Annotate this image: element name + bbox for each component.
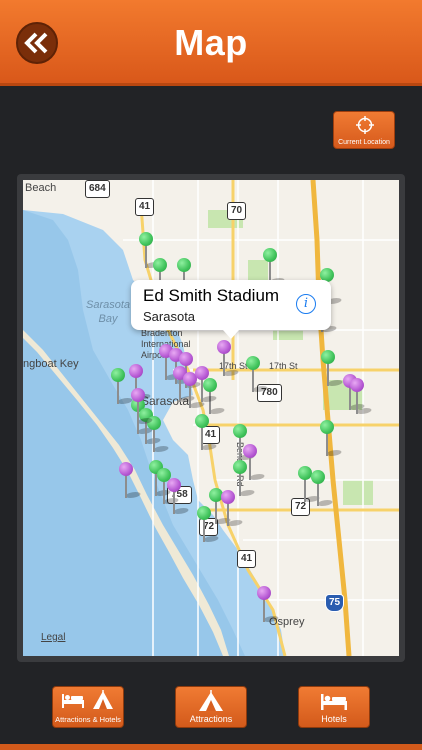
- hotel-pin[interactable]: [119, 462, 143, 500]
- route-684-shield: 684: [85, 180, 110, 198]
- info-icon[interactable]: i: [296, 294, 316, 314]
- hotel-pin[interactable]: [131, 388, 155, 426]
- map-view[interactable]: Beach Sarasota Bay ngboat Key Bradenton …: [23, 180, 399, 656]
- hotel-pin[interactable]: [217, 340, 241, 378]
- callout-subtitle: Sarasota: [143, 309, 196, 324]
- label-17th-st-b: 17th St: [269, 361, 298, 371]
- callout-title: Ed Smith Stadium: [143, 286, 280, 305]
- hotel-pin[interactable]: [167, 478, 191, 516]
- attraction-pin[interactable]: [246, 356, 270, 394]
- tab-hotels-label: Hotels: [321, 714, 347, 724]
- route-41-shield-3: 41: [237, 550, 257, 568]
- route-41-shield: 41: [135, 198, 155, 216]
- tab-attractions-hotels[interactable]: Attractions & Hotels: [52, 686, 124, 728]
- place-beach: Beach: [25, 182, 57, 194]
- tab-attractions-label: Attractions: [189, 714, 233, 724]
- route-70-shield: 70: [227, 202, 247, 220]
- tab-attractions[interactable]: Attractions: [175, 686, 247, 728]
- hotel-pin[interactable]: [257, 586, 281, 624]
- legal-link[interactable]: Legal: [41, 632, 65, 643]
- bed-icon: [321, 694, 347, 710]
- attraction-pin[interactable]: [320, 420, 344, 458]
- place-longboat-key: ngboat Key: [23, 358, 79, 370]
- bottom-accent-strip: [0, 744, 422, 750]
- tab-bar: Attractions & Hotels Attractions Hotels: [0, 675, 422, 750]
- interstate-75-shield: 75: [325, 594, 345, 612]
- place-sarasota-bay: Sarasota Bay: [85, 299, 131, 325]
- attraction-pin[interactable]: [139, 232, 163, 270]
- tab-attractions-hotels-label: Attractions & Hotels: [55, 715, 121, 724]
- tab-hotels[interactable]: Hotels: [298, 686, 370, 728]
- header-bar: Map: [0, 0, 422, 86]
- attraction-pin[interactable]: [195, 414, 219, 452]
- attraction-pin[interactable]: [321, 350, 345, 388]
- hotel-pin[interactable]: [350, 378, 374, 416]
- page-title: Map: [174, 22, 248, 63]
- map-frame: Beach Sarasota Bay ngboat Key Bradenton …: [17, 174, 405, 662]
- hotel-pin[interactable]: [221, 490, 245, 528]
- current-location-label: Current Location: [338, 139, 390, 146]
- current-location-button[interactable]: Current Location: [333, 111, 395, 149]
- tent-icon: [199, 690, 223, 711]
- bed-icon: [62, 694, 84, 708]
- hotel-pin[interactable]: [243, 444, 267, 482]
- tent-icon: [93, 690, 113, 709]
- attraction-pin[interactable]: [311, 470, 335, 508]
- attraction-pin[interactable]: [197, 506, 221, 544]
- location-callout[interactable]: Ed Smith Stadium Sarasota i: [131, 280, 331, 339]
- attraction-pin[interactable]: [111, 368, 135, 406]
- attraction-pin[interactable]: [298, 466, 322, 504]
- crosshair-icon: [356, 116, 374, 134]
- map-base: [23, 180, 399, 656]
- hotel-pin[interactable]: [195, 366, 219, 404]
